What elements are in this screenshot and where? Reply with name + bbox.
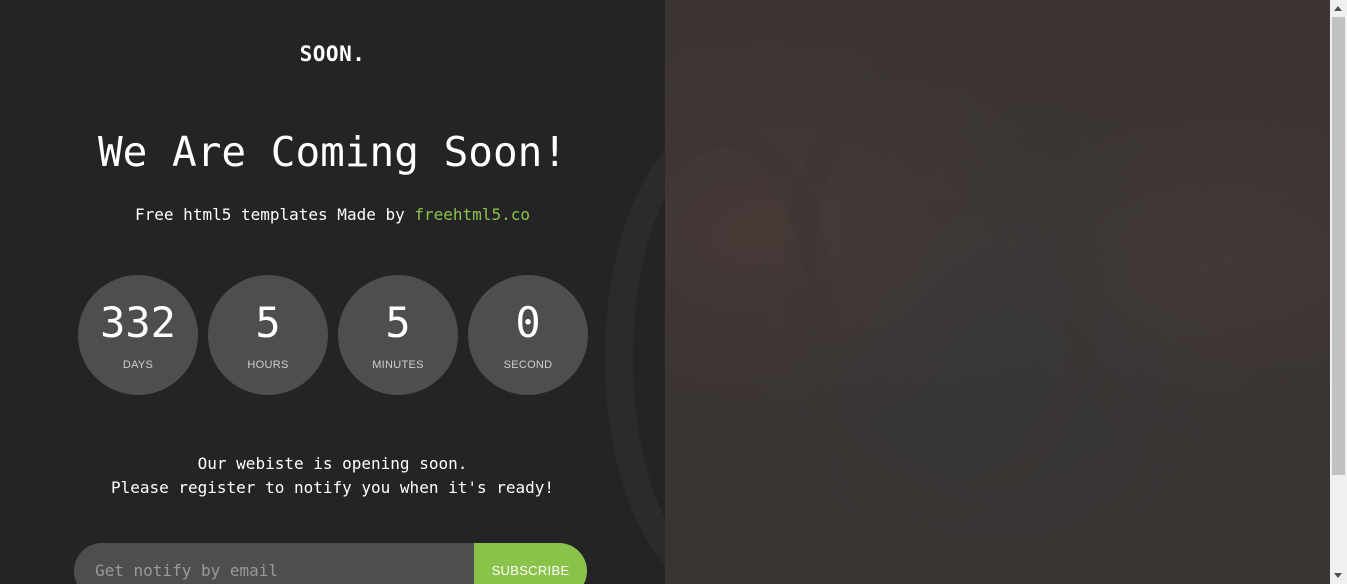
countdown-minutes: 5 MINUTES [338,275,458,395]
opening-message-line-1: Our webiste is opening soon. [197,454,468,473]
subscribe-form: SUBSCRIBE [74,543,587,584]
coming-soon-page: SOON. We Are Coming Soon! Free html5 tem… [0,0,1347,584]
background-image-panel [605,0,1347,584]
scroll-down-arrow-icon[interactable] [1334,573,1342,578]
opening-message: Our webiste is opening soon. Please regi… [0,452,665,500]
subtitle-text: Free html5 templates Made by [135,205,415,224]
background-texture-ring [1055,60,1347,476]
countdown-minutes-value: 5 [385,298,411,347]
page-headline: We Are Coming Soon! [98,128,567,176]
opening-message-line-2: Please register to notify you when it's … [110,478,555,497]
countdown-seconds-label: SECOND [503,359,553,371]
subscribe-button[interactable]: SUBSCRIBE [474,543,587,584]
countdown-days: 332 DAYS [78,275,198,395]
hero-subtitle: Free html5 templates Made by freehtml5.c… [0,205,665,224]
countdown-seconds-value: 0 [515,298,541,347]
countdown-days-value: 332 [100,298,176,347]
email-input[interactable] [74,543,474,584]
left-content-panel: SOON. We Are Coming Soon! Free html5 tem… [0,0,665,584]
countdown-days-label: DAYS [122,359,154,371]
countdown-hours-label: HOURS [247,359,289,371]
site-logo[interactable]: SOON. [0,42,665,66]
scroll-up-arrow-icon[interactable] [1334,6,1342,11]
countdown-hours-value: 5 [255,298,281,347]
countdown-seconds: 0 SECOND [468,275,588,395]
freehtml5-link[interactable]: freehtml5.co [414,205,530,224]
countdown-minutes-label: MINUTES [372,359,424,371]
scrollbar-thumb[interactable] [1332,17,1345,475]
countdown-hours: 5 HOURS [208,275,328,395]
background-texture-ring [605,120,841,584]
vertical-scrollbar[interactable] [1330,0,1347,584]
